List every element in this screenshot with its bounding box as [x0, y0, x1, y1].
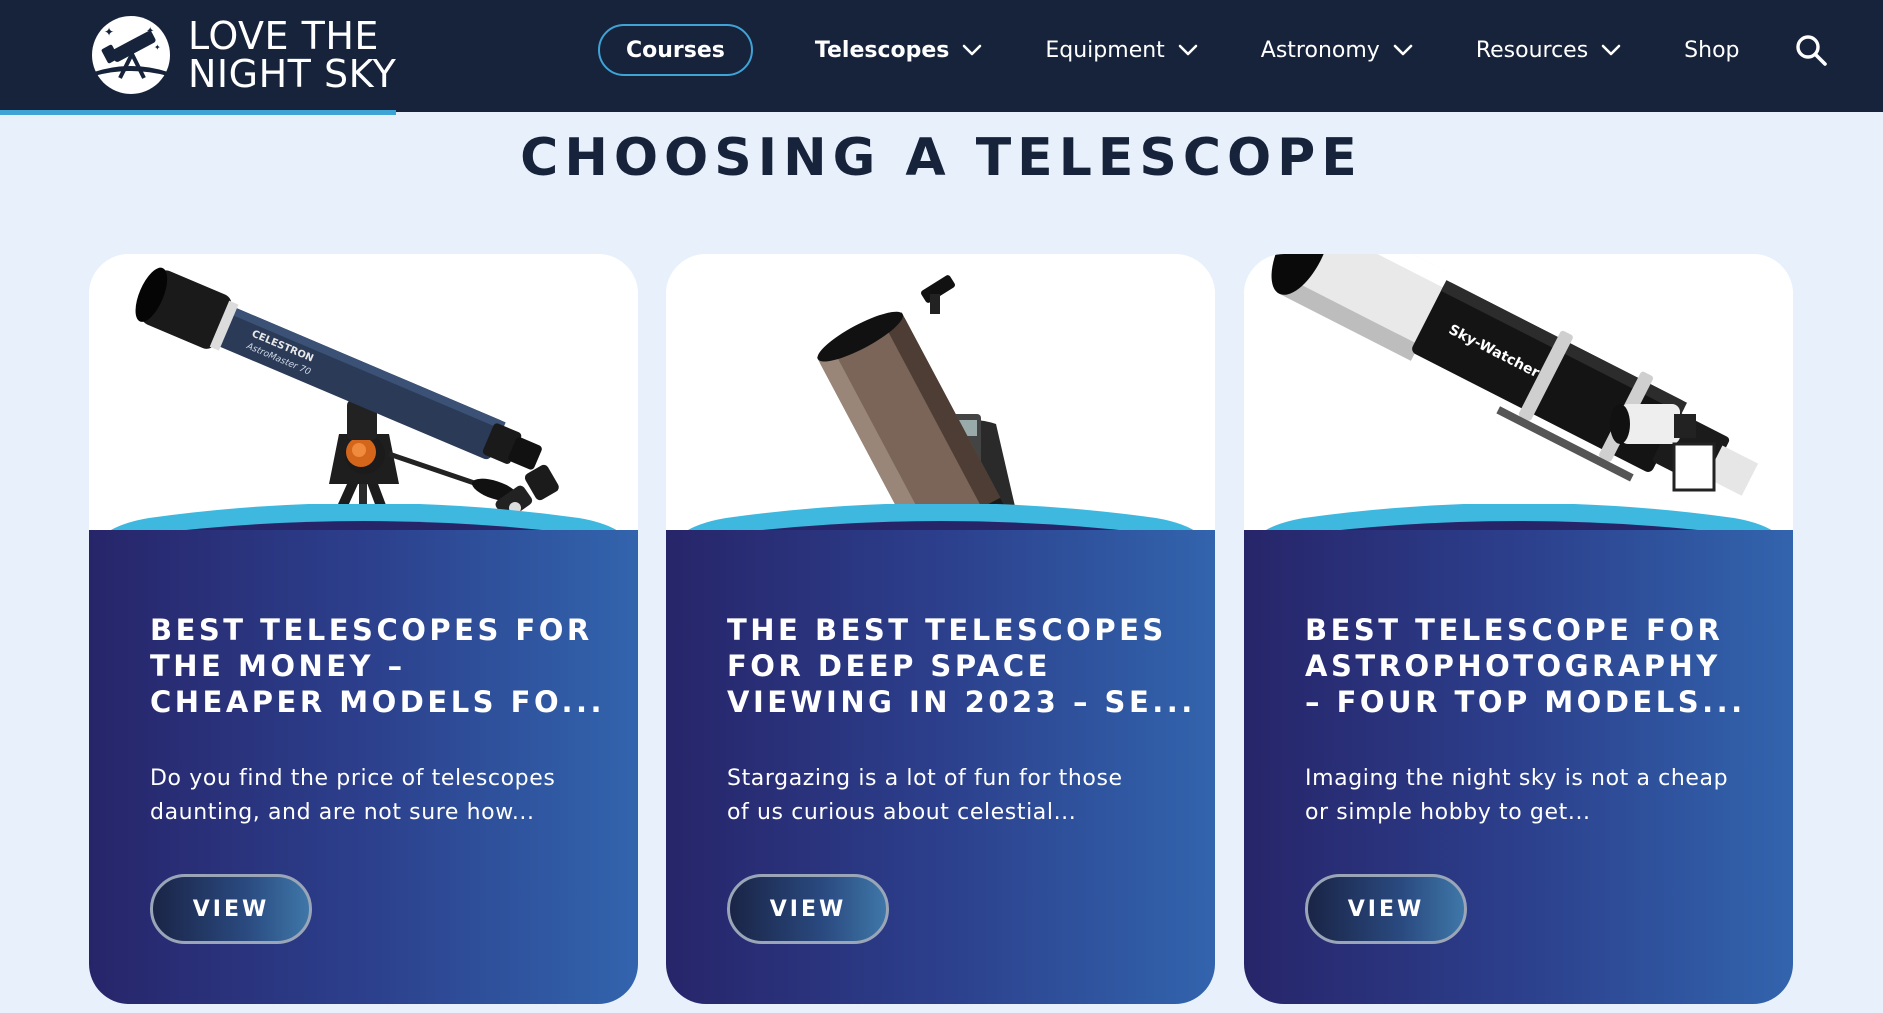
nav-item-telescopes[interactable]: Telescopes	[815, 38, 983, 63]
svg-text:✦: ✦	[104, 25, 114, 39]
view-button[interactable]: VIEW	[1305, 874, 1467, 944]
chevron-down-icon	[963, 44, 982, 56]
card-excerpt-line: Do you find the price of telescopes	[150, 766, 556, 791]
svg-text:✦: ✦	[154, 43, 161, 52]
article-card[interactable]: CELESTRON AstroMaster 70 BEST TELESCOPES…	[89, 254, 638, 1004]
card-title-line: CHEAPER MODELS FO...	[150, 685, 606, 719]
nav-item-label: Equipment	[1045, 37, 1165, 63]
nav-item-astronomy[interactable]: Astronomy	[1261, 38, 1414, 63]
view-button[interactable]: VIEW	[727, 874, 889, 944]
card-title[interactable]: BEST TELESCOPE FOR ASTROPHOTOGRAPHY – FO…	[1305, 612, 1765, 720]
card-title-line: BEST TELESCOPE FOR	[1305, 613, 1724, 647]
nav-item-label: Telescopes	[814, 37, 950, 63]
card-title-line: VIEWING IN 2023 – SE...	[727, 685, 1196, 719]
svg-text:✦: ✦	[146, 26, 154, 37]
card-excerpt: Imaging the night sky is not a cheap or …	[1305, 762, 1745, 830]
nav-item-resources[interactable]: Resources	[1476, 38, 1622, 63]
main-nav: Courses Telescopes Equipment Astronomy R…	[598, 24, 1828, 76]
nav-courses-button[interactable]: Courses	[598, 24, 753, 76]
search-icon[interactable]	[1794, 33, 1828, 67]
site-header: ✦ ✦ ✦ LOVE THE NIGHT SKY Courses Telesco…	[0, 0, 1883, 112]
nav-item-label: Astronomy	[1260, 37, 1380, 63]
article-card[interactable]: THE BEST TELESCOPES FOR DEEP SPACE VIEWI…	[666, 254, 1215, 1004]
article-card[interactable]: Sky-Watcher BEST TELESCOPE FOR ASTROPHOT…	[1244, 254, 1793, 1004]
card-title-line: BEST TELESCOPES FOR	[150, 613, 593, 647]
logo-wordmark: LOVE THE NIGHT SKY	[188, 17, 396, 93]
logo-line-1: LOVE THE	[188, 14, 379, 58]
card-title-line: ASTROPHOTOGRAPHY	[1305, 649, 1721, 683]
nav-item-label: Shop	[1684, 37, 1740, 63]
card-excerpt-line: Stargazing is a lot of fun for those	[727, 766, 1123, 791]
card-excerpt-line: Imaging the night sky is not a cheap	[1305, 766, 1729, 791]
card-title[interactable]: BEST TELESCOPES FOR THE MONEY – CHEAPER …	[150, 612, 610, 720]
site-logo[interactable]: ✦ ✦ ✦ LOVE THE NIGHT SKY	[90, 14, 396, 96]
chevron-down-icon	[1393, 44, 1413, 56]
card-excerpt-line: daunting, and are not sure how...	[150, 800, 535, 825]
card-title-line: – FOUR TOP MODELS...	[1305, 685, 1746, 719]
chevron-down-icon	[1601, 44, 1621, 56]
view-button[interactable]: VIEW	[150, 874, 312, 944]
card-excerpt-line: or simple hobby to get...	[1305, 800, 1591, 825]
card-excerpt: Stargazing is a lot of fun for those of …	[727, 762, 1167, 830]
card-excerpt: Do you find the price of telescopes daun…	[150, 762, 590, 830]
card-title-line: THE BEST TELESCOPES	[727, 613, 1167, 647]
chevron-down-icon	[1178, 44, 1198, 56]
nav-item-shop[interactable]: Shop	[1684, 38, 1739, 63]
nav-item-equipment[interactable]: Equipment	[1045, 38, 1198, 63]
card-title-line: THE MONEY –	[150, 649, 406, 683]
card-excerpt-line: of us curious about celestial...	[727, 800, 1077, 825]
nav-item-label: Resources	[1475, 37, 1589, 63]
section-heading: CHOOSING A TELESCOPE	[520, 128, 1363, 188]
card-title[interactable]: THE BEST TELESCOPES FOR DEEP SPACE VIEWI…	[727, 612, 1196, 720]
logo-line-2: NIGHT SKY	[188, 52, 397, 96]
scroll-progress-bar	[0, 110, 396, 115]
telescope-logo-icon: ✦ ✦ ✦	[92, 16, 170, 94]
card-title-line: FOR DEEP SPACE	[727, 649, 1051, 683]
